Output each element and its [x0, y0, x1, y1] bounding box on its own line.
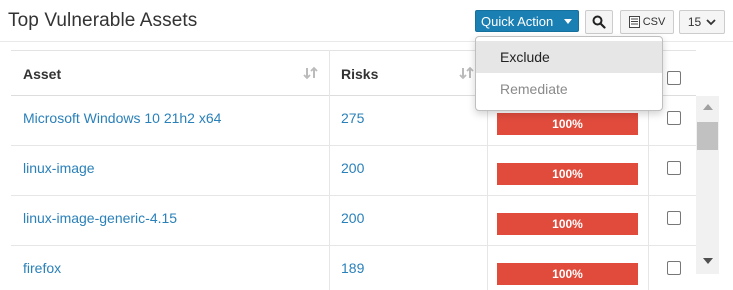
- risk-bar: 100%: [497, 113, 638, 135]
- row-checkbox[interactable]: [667, 111, 681, 125]
- table-row: linux-image 200 100%: [11, 146, 696, 196]
- menu-item-remediate[interactable]: Remediate: [476, 73, 662, 105]
- column-header-asset[interactable]: Asset: [23, 51, 61, 96]
- risk-bar: 100%: [497, 263, 638, 285]
- asset-link[interactable]: firefox: [23, 260, 61, 276]
- table-row: linux-image-generic-4.15 200 100%: [11, 196, 696, 246]
- row-checkbox[interactable]: [667, 261, 681, 275]
- quick-action-menu: Exclude Remediate: [475, 36, 663, 111]
- quick-action-label: Quick Action: [481, 13, 554, 29]
- risk-count-link[interactable]: 275: [341, 110, 364, 126]
- column-header-risks[interactable]: Risks: [341, 51, 378, 96]
- search-button[interactable]: [585, 10, 613, 34]
- risk-bar: 100%: [497, 163, 638, 185]
- asset-link[interactable]: linux-image-generic-4.15: [23, 210, 177, 226]
- scroll-up-arrow-icon[interactable]: [703, 104, 713, 110]
- risk-count-link[interactable]: 200: [341, 210, 364, 226]
- sort-icon[interactable]: [459, 65, 475, 81]
- asset-link[interactable]: linux-image: [23, 160, 95, 176]
- csv-label: CSV: [642, 16, 666, 28]
- csv-export-button[interactable]: CSV: [620, 10, 674, 34]
- scroll-down-arrow-icon[interactable]: [703, 258, 713, 264]
- table-row: firefox 189 100%: [11, 246, 696, 290]
- caret-down-icon: [564, 19, 572, 24]
- risk-bar-label: 100%: [552, 217, 583, 231]
- page-size-select[interactable]: 15: [679, 10, 725, 34]
- column-divider: [329, 50, 330, 290]
- scroll-thumb[interactable]: [697, 122, 718, 150]
- row-checkbox[interactable]: [667, 161, 681, 175]
- risk-bar-label: 100%: [552, 167, 583, 181]
- panel-title: Top Vulnerable Assets: [8, 10, 198, 31]
- csv-file-icon: [628, 16, 640, 28]
- vertical-scrollbar[interactable]: [696, 96, 719, 274]
- risk-count-link[interactable]: 189: [341, 260, 364, 276]
- risk-bar-label: 100%: [552, 117, 583, 131]
- chevron-down-icon: [706, 18, 716, 25]
- page-size-value: 15: [687, 15, 702, 29]
- select-all-checkbox[interactable]: [667, 71, 681, 85]
- row-checkbox[interactable]: [667, 211, 681, 225]
- menu-item-exclude[interactable]: Exclude: [476, 41, 662, 73]
- search-icon: [592, 15, 606, 29]
- risk-bar-label: 100%: [552, 267, 583, 281]
- quick-action-button[interactable]: Quick Action: [475, 10, 579, 32]
- risk-bar: 100%: [497, 213, 638, 235]
- asset-link[interactable]: Microsoft Windows 10 21h2 x64: [23, 110, 221, 126]
- sort-icon[interactable]: [303, 65, 319, 81]
- risk-count-link[interactable]: 200: [341, 160, 364, 176]
